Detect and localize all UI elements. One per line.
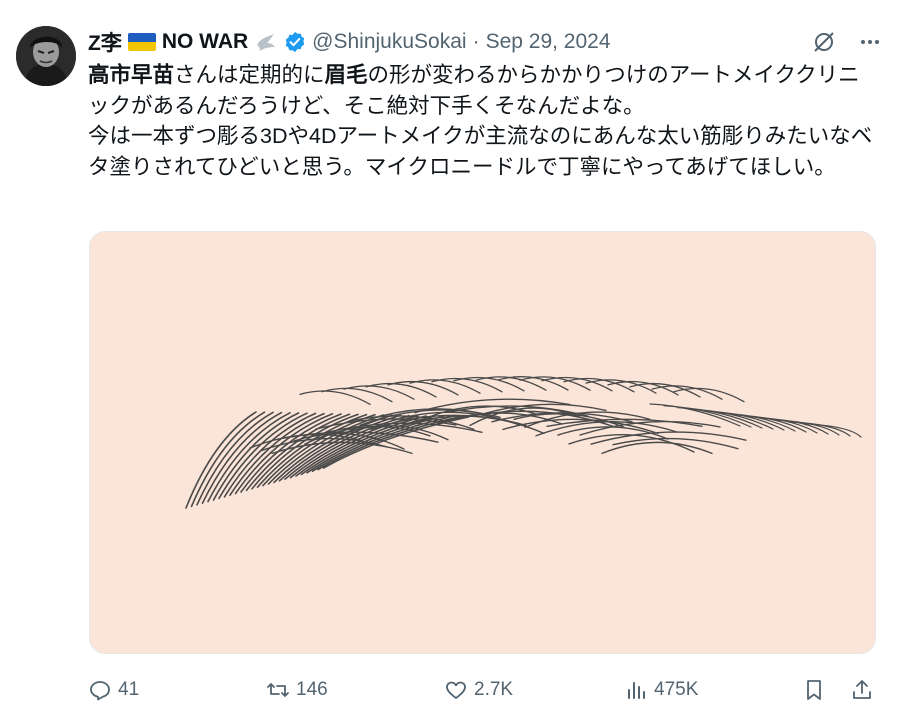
views-icon xyxy=(628,682,645,699)
eyebrow-hair xyxy=(299,390,371,406)
bookmark-icon xyxy=(807,680,821,700)
views-count: 475K xyxy=(654,679,699,700)
eyebrow-hair xyxy=(673,387,745,403)
tweet-header: Z李 NO WAR @ShinjukuSokai · Sep 29, 2024 xyxy=(88,26,860,58)
tweet-text-1: さんは定期的に xyxy=(174,63,325,87)
like-count: 2.7K xyxy=(474,679,514,700)
eyebrow-illustration xyxy=(185,376,862,509)
repost-count: 146 xyxy=(296,679,328,700)
action-bar: 41 146 2.7K 475K xyxy=(88,674,878,706)
tweet-bold-name: 高市早苗 xyxy=(88,63,175,87)
separator-dot: · xyxy=(472,30,480,53)
author-handle[interactable]: @ShinjukuSokai xyxy=(312,30,466,54)
share-icon xyxy=(853,680,871,699)
more-icon[interactable] xyxy=(858,30,882,54)
tweet-text: 高市早苗さんは定期的に眉毛の形が変わるからかかりつけのアートメイククリニックがあ… xyxy=(88,60,878,182)
grok-icon[interactable] xyxy=(812,30,836,54)
views-button[interactable]: 475K xyxy=(624,678,698,702)
reply-count: 41 xyxy=(118,679,140,700)
dove-icon xyxy=(257,34,276,51)
repost-button[interactable]: 146 xyxy=(266,678,328,702)
verified-icon xyxy=(285,32,305,52)
eyebrow-hair xyxy=(321,387,393,403)
bookmark-button[interactable] xyxy=(802,678,826,702)
like-icon xyxy=(446,681,466,699)
ukraine-flag-icon xyxy=(127,33,156,51)
author-name[interactable]: Z李 xyxy=(88,27,122,57)
eyebrow-hair xyxy=(475,376,547,391)
share-button[interactable] xyxy=(850,678,874,702)
eyebrow-hair xyxy=(607,380,679,396)
tweet-card[interactable]: Z李 NO WAR @ShinjukuSokai · Sep 29, 2024 … xyxy=(0,0,900,724)
repost-icon xyxy=(267,683,289,697)
like-button[interactable]: 2.7K xyxy=(444,678,513,702)
reply-button[interactable]: 41 xyxy=(88,678,139,702)
top-icons xyxy=(812,30,882,54)
tweet-bold-eyebrow: 眉毛 xyxy=(324,63,368,87)
tweet-date[interactable]: Sep 29, 2024 xyxy=(486,30,611,54)
reply-icon xyxy=(90,681,110,701)
author-name-suffix[interactable]: NO WAR xyxy=(162,30,248,54)
tweet-media-image[interactable] xyxy=(89,231,876,654)
avatar[interactable] xyxy=(16,26,76,86)
